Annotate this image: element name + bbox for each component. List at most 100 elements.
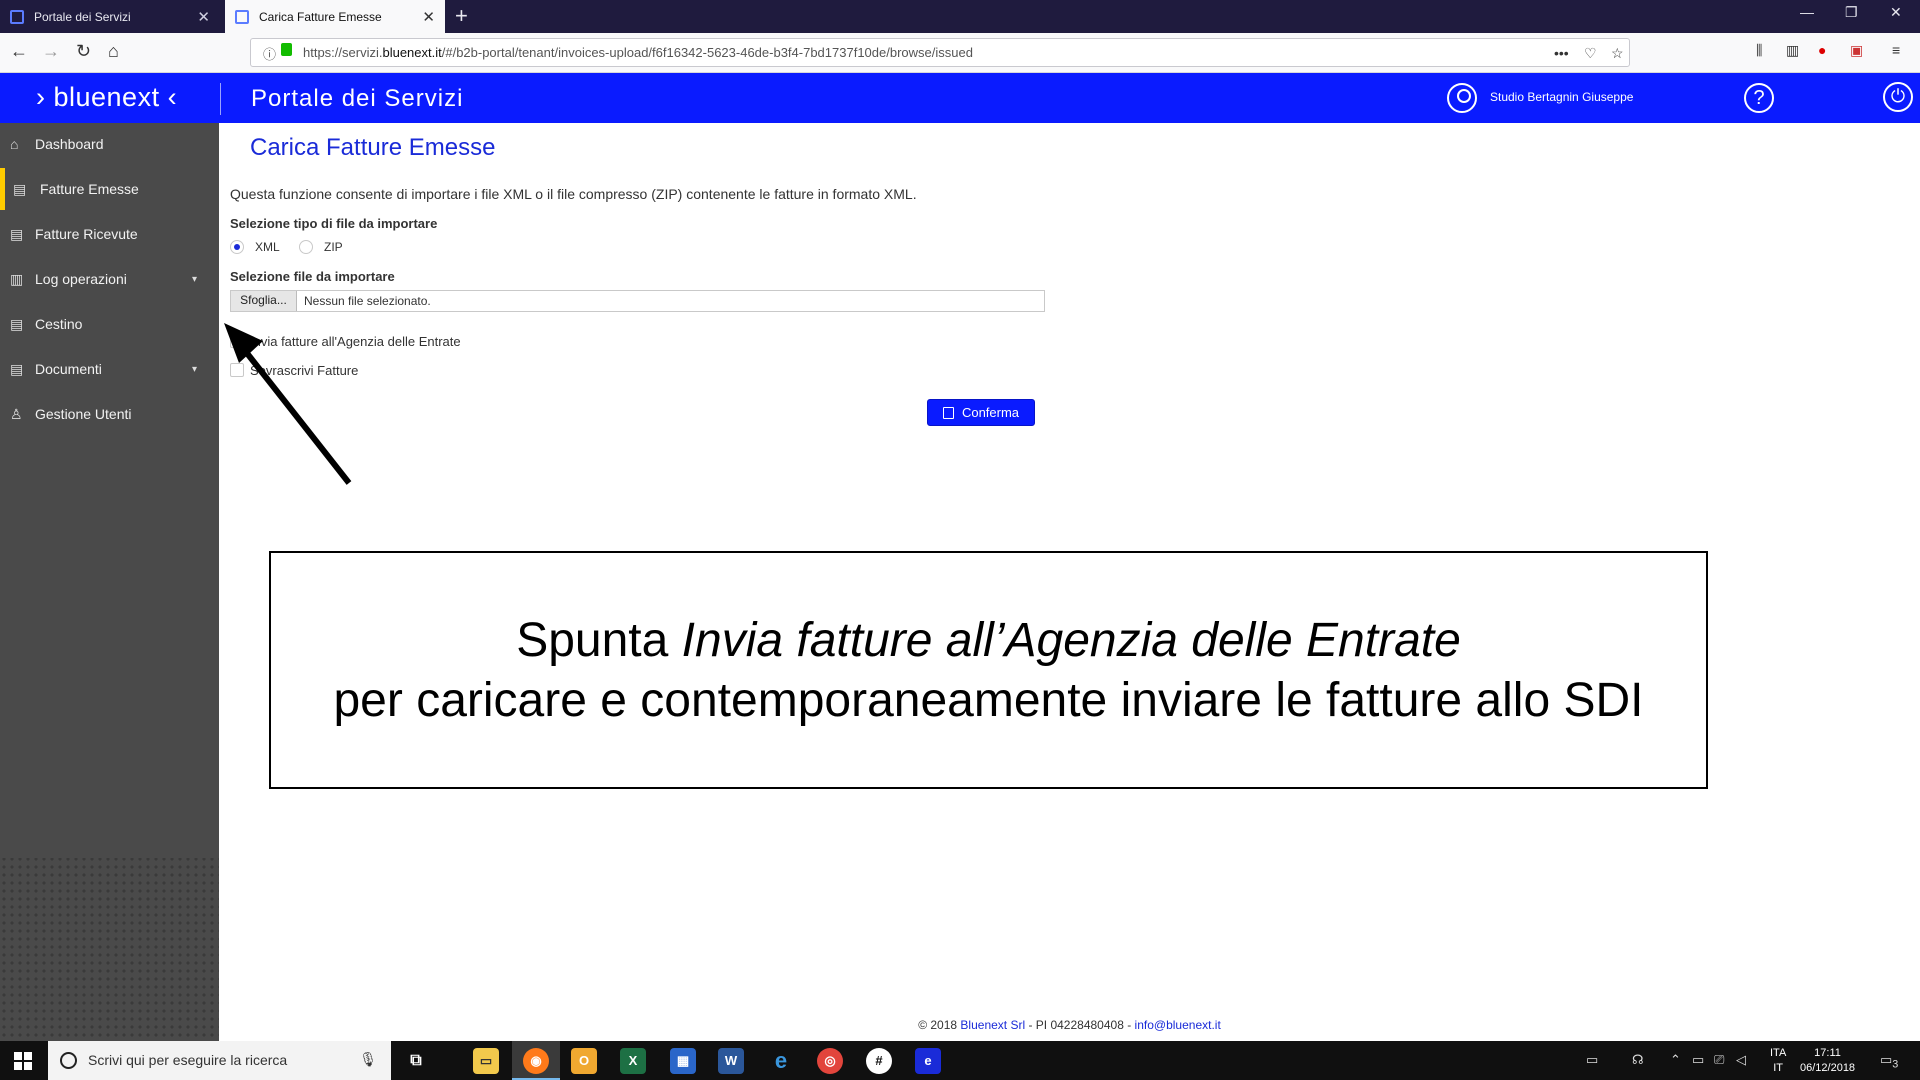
sidebar-item-dashboard[interactable]: ⌂ Dashboard	[0, 123, 219, 165]
sidebar-item-documenti[interactable]: ▤ Documenti ▾	[0, 348, 219, 390]
callout-emphasis: Invia fatture all’Agenzia delle Entrate	[681, 614, 1461, 667]
lock-icon	[281, 43, 292, 56]
bookmark-star-icon[interactable]: ☆	[1611, 45, 1624, 62]
user-name[interactable]: Studio Bertagnin Giuseppe	[1490, 90, 1633, 104]
sidebar-item-fatture-ricevute[interactable]: ▤ Fatture Ricevute	[0, 213, 219, 255]
task-view-icon[interactable]: ⧉	[403, 1048, 429, 1074]
sidebar-item-label: Documenti	[35, 361, 102, 377]
documents-icon: ▤	[10, 360, 24, 377]
word-icon[interactable]: W	[718, 1048, 744, 1074]
log-icon: ▥	[10, 270, 24, 287]
chevron-down-icon[interactable]: ▾	[192, 274, 197, 285]
new-tab-icon[interactable]: +	[455, 3, 468, 29]
logout-power-icon[interactable]: ⏻	[1883, 82, 1913, 112]
time: 17:11	[1814, 1047, 1841, 1059]
page-actions-icon[interactable]: •••	[1554, 45, 1569, 61]
sidebar-item-log-operazioni[interactable]: ▥ Log operazioni ▾	[0, 258, 219, 300]
taskbar: Scrivi qui per eseguire la ricerca 🎙 ⧉ ▭…	[0, 1041, 1920, 1080]
sidebar-item-label: Dashboard	[35, 136, 104, 152]
sidebar-toggle-icon[interactable]: ▥	[1786, 42, 1799, 59]
window-close-icon[interactable]: ✕	[1890, 4, 1902, 21]
app-icon[interactable]: ▦	[670, 1048, 696, 1074]
back-icon[interactable]: ←	[10, 41, 28, 62]
language-indicator[interactable]: ITA IT	[1770, 1046, 1786, 1076]
trash-document-icon: ▤	[10, 315, 24, 332]
people-icon[interactable]: ☊	[1632, 1052, 1644, 1068]
callout-line-2: per caricare e contemporaneamente inviar…	[333, 674, 1644, 727]
email-link[interactable]: info@bluenext.it	[1135, 1018, 1221, 1032]
bluenext-logo[interactable]: › bluenext ‹	[36, 82, 177, 113]
browser-nav-bar: ← → ↻ ⌂ ⓘ https://servizi.bluenext.it/#/…	[0, 33, 1920, 73]
company-link[interactable]: Bluenext Srl	[960, 1018, 1025, 1032]
chevron-down-icon[interactable]: ▾	[192, 364, 197, 375]
network-icon[interactable]: ⎚	[1714, 1052, 1724, 1068]
sidebar-item-label: Fatture Ricevute	[35, 226, 138, 242]
browser-tab-bar: Portale dei Servizi ✕ Carica Fatture Eme…	[0, 0, 1920, 33]
arrow-head	[224, 323, 263, 363]
library-icon[interactable]: ⫼	[1756, 42, 1762, 59]
header-divider	[220, 83, 221, 115]
instruction-callout: Spunta Invia fatture all’Agenzia delle E…	[269, 551, 1708, 789]
edge-icon[interactable]: e	[768, 1048, 794, 1074]
portal-title: Portale dei Servizi	[251, 85, 464, 112]
footer: © 2018 Bluenext Srl - PI 04228480408 - i…	[918, 1018, 1221, 1032]
annotation-arrow	[224, 323, 352, 485]
menu-icon[interactable]: ≡	[1892, 42, 1900, 58]
sidebar-item-gestione-utenti[interactable]: ♙ Gestione Utenti	[0, 393, 219, 435]
adblock-icon[interactable]: ●	[1818, 42, 1826, 58]
sidebar-item-cestino[interactable]: ▤ Cestino	[0, 303, 219, 345]
confirm-label: Conferma	[961, 405, 1020, 420]
battery-icon[interactable]: ▭	[1692, 1052, 1704, 1068]
edit-icon	[942, 406, 954, 419]
sidebar-item-label: Cestino	[35, 316, 83, 332]
show-hidden-icons[interactable]: ⌃	[1670, 1052, 1681, 1068]
ie-icon[interactable]: e	[915, 1048, 941, 1074]
url-path: /#/b2b-portal/tenant/invoices-upload/f6f…	[441, 45, 973, 60]
forward-icon[interactable]: →	[42, 41, 60, 62]
notifications-icon[interactable]: ▭3	[1880, 1052, 1898, 1071]
info-icon[interactable]: ⓘ	[263, 44, 276, 63]
excel-icon[interactable]: X	[620, 1048, 646, 1074]
reload-icon[interactable]: ↻	[76, 41, 91, 62]
sidebar-item-label: Log operazioni	[35, 271, 127, 287]
file-explorer-icon[interactable]: ▭	[473, 1048, 499, 1074]
confirm-button[interactable]: Conferma	[927, 399, 1035, 426]
tab-carica-fatture-emesse[interactable]: Carica Fatture Emesse ✕	[225, 0, 445, 33]
microphone-icon[interactable]: 🎙	[359, 1051, 377, 1068]
sidebar-item-fatture-emesse[interactable]: ▤ Fatture Emesse	[0, 168, 219, 210]
date: 06/12/2018	[1800, 1062, 1856, 1074]
sidebar: ⌂ Dashboard ▤ Fatture Emesse ▤ Fatture R…	[0, 123, 219, 1041]
page-favicon-icon	[10, 9, 24, 24]
tab-title: Portale dei Servizi	[34, 9, 131, 24]
restore-icon[interactable]: ❐	[1845, 4, 1858, 21]
url-prefix: https://servizi.	[303, 45, 383, 60]
document-icon: ▤	[10, 225, 24, 242]
tray-app-icon[interactable]: ▭	[1586, 1052, 1598, 1068]
chrome-icon[interactable]: ◎	[817, 1048, 843, 1074]
callout-line-1: Spunta Invia fatture all’Agenzia delle E…	[516, 614, 1461, 667]
user-icon[interactable]	[1447, 83, 1477, 113]
outlook-icon[interactable]: O	[571, 1048, 597, 1074]
url-host: bluenext.it	[382, 45, 442, 60]
tab-portale-dei-servizi[interactable]: Portale dei Servizi ✕	[0, 0, 220, 33]
sidebar-item-label: Fatture Emesse	[40, 181, 139, 197]
arrow-shaft	[236, 341, 352, 485]
search-placeholder: Scrivi qui per eseguire la ricerca	[88, 1052, 288, 1068]
close-tab-icon[interactable]: ✕	[422, 8, 435, 26]
volume-icon[interactable]: ◁	[1736, 1052, 1746, 1068]
help-icon[interactable]: ?	[1744, 83, 1774, 113]
firefox-icon[interactable]: ◉	[523, 1048, 549, 1074]
windows-start-icon[interactable]	[14, 1052, 32, 1070]
sidebar-item-label: Gestione Utenti	[35, 406, 132, 422]
page-favicon-icon	[235, 9, 249, 24]
pocket-icon[interactable]: ♡	[1584, 45, 1597, 62]
taskbar-search[interactable]: Scrivi qui per eseguire la ricerca 🎙	[48, 1041, 391, 1080]
slack-icon[interactable]: #	[866, 1048, 892, 1074]
close-tab-icon[interactable]: ✕	[197, 8, 210, 26]
minimize-icon[interactable]: —	[1800, 4, 1814, 20]
clock[interactable]: 17:11 06/12/2018	[1800, 1046, 1855, 1076]
url-bar[interactable]: ⓘ https://servizi.bluenext.it/#/b2b-port…	[250, 38, 1630, 67]
extension-icon[interactable]: ▣	[1850, 42, 1863, 59]
home-icon: ⌂	[10, 136, 19, 152]
home-icon[interactable]: ⌂	[108, 41, 119, 62]
